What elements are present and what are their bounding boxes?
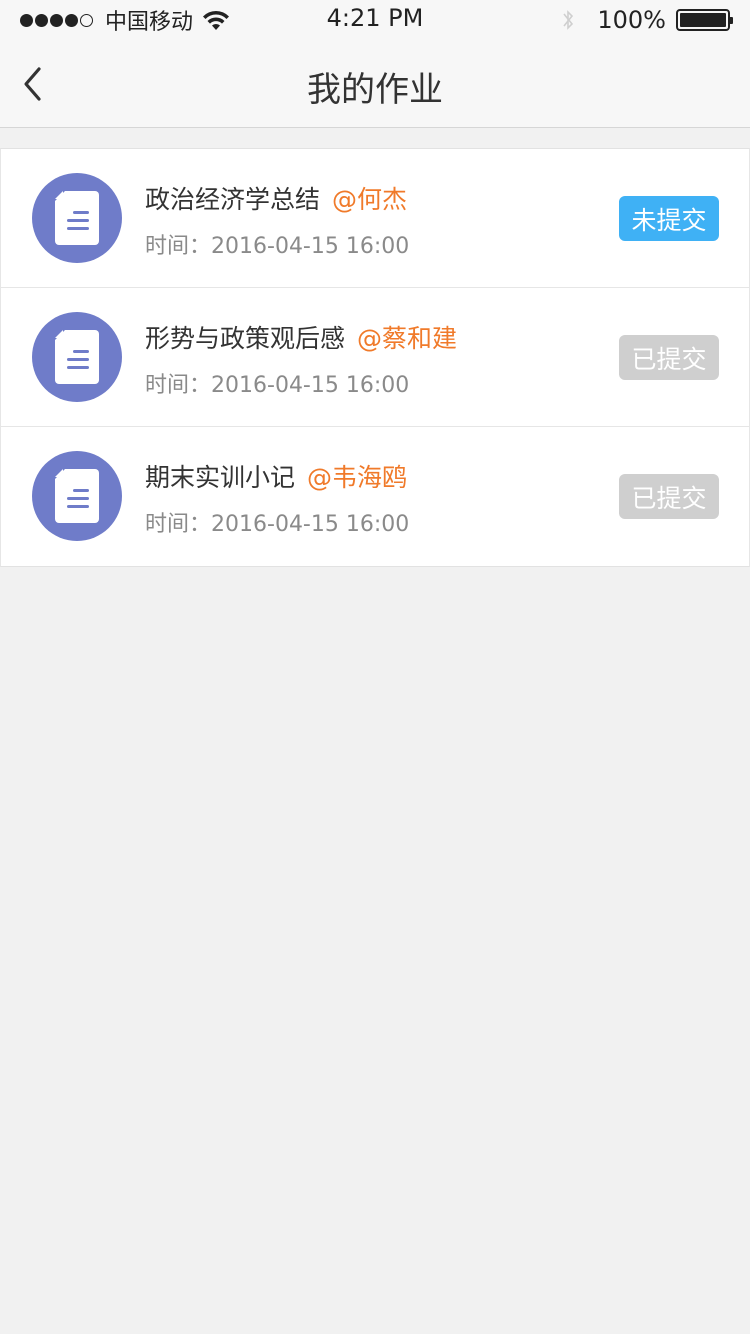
- assignment-title: 形势与政策观后感: [145, 324, 346, 353]
- assignment-title: 政治经济学总结: [145, 185, 321, 214]
- assignment-row[interactable]: 形势与政策观后感 @蔡和建 时间：2016-04-15 16:00 已提交: [1, 288, 749, 427]
- assignment-author: @蔡和建: [357, 324, 458, 353]
- battery-icon: [676, 9, 733, 31]
- navigation-bar: 我的作业: [0, 40, 750, 128]
- assignment-time: 时间：2016-04-15 16:00: [145, 506, 409, 538]
- document-icon: [55, 330, 99, 384]
- time-value: 2016-04-15 16:00: [211, 234, 410, 259]
- assignment-time: 时间：2016-04-15 16:00: [145, 367, 409, 399]
- assignment-row[interactable]: 政治经济学总结 @何杰 时间：2016-04-15 16:00 未提交: [1, 149, 749, 288]
- battery-fill: [680, 13, 726, 27]
- assignment-list: 政治经济学总结 @何杰 时间：2016-04-15 16:00 未提交 形势与政策…: [0, 148, 750, 567]
- time-label: 时间：: [145, 373, 212, 398]
- assignment-author: @何杰: [332, 185, 408, 214]
- status-right: 100%: [561, 6, 733, 34]
- assignment-time: 时间：2016-04-15 16:00: [145, 228, 409, 260]
- assignment-avatar: [32, 173, 122, 263]
- assignment-avatar: [32, 312, 122, 402]
- assignment-title-line: 政治经济学总结 @何杰: [145, 180, 407, 216]
- status-badge[interactable]: 未提交: [619, 196, 719, 241]
- status-bar: 中国移动 4:21 PM 100%: [0, 0, 750, 40]
- assignment-row[interactable]: 期末实训小记 @韦海鸥 时间：2016-04-15 16:00 已提交: [1, 427, 749, 566]
- assignment-title-line: 形势与政策观后感 @蔡和建: [145, 319, 457, 355]
- document-icon: [55, 469, 99, 523]
- status-badge[interactable]: 已提交: [619, 474, 719, 519]
- battery-percent: 100%: [597, 6, 666, 34]
- time-label: 时间：: [145, 512, 212, 537]
- page-title: 我的作业: [307, 70, 443, 110]
- assignment-avatar: [32, 451, 122, 541]
- time-value: 2016-04-15 16:00: [211, 373, 410, 398]
- assignment-author: @韦海鸥: [307, 463, 408, 492]
- status-badge[interactable]: 已提交: [619, 335, 719, 380]
- assignment-title: 期末实训小记: [145, 463, 296, 492]
- time-value: 2016-04-15 16:00: [211, 512, 410, 537]
- time-label: 时间：: [145, 234, 212, 259]
- assignment-title-line: 期末实训小记 @韦海鸥: [145, 458, 407, 494]
- bluetooth-icon: [563, 10, 574, 30]
- document-icon: [55, 191, 99, 245]
